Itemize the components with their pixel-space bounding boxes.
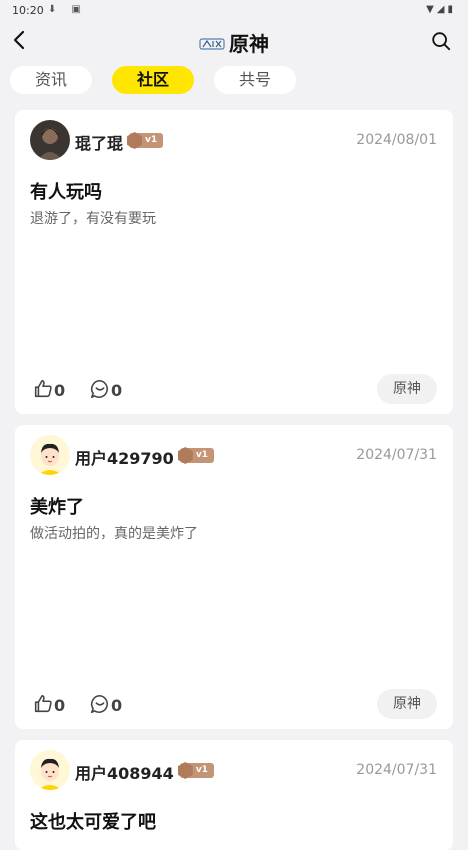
post-body[interactable]: 退游了，有没有要玩 [30, 208, 156, 228]
level-badge-icon [177, 762, 193, 779]
post-title[interactable]: 有人玩吗 [30, 178, 102, 204]
comment-count: 0 [111, 381, 123, 400]
page-title: 原神 [229, 32, 269, 56]
post-card[interactable]: 琨了琨 v1 2024/08/01 有人玩吗 退游了，有没有要玩 0 0 原神 [15, 110, 453, 414]
level-badge: v1 [127, 132, 164, 149]
username-row: 琨了琨 v1 [75, 130, 164, 154]
level-badge-icon [177, 447, 193, 464]
post-date: 2024/07/31 [356, 447, 437, 463]
status-time: 10:20 [12, 4, 44, 17]
notification-icons: ⬇ ▣ [48, 4, 88, 15]
comment-icon [90, 379, 108, 399]
level-badge: v1 [177, 447, 214, 464]
topic-tag[interactable]: 原神 [377, 689, 437, 719]
username[interactable]: 用户408944 [75, 764, 174, 783]
like-count: 0 [54, 381, 66, 400]
avatar[interactable] [30, 750, 70, 790]
post-title[interactable]: 美炸了 [30, 493, 84, 519]
tab-community[interactable]: 社区 [112, 66, 194, 94]
username[interactable]: 琨了琨 [75, 134, 123, 153]
post-card[interactable]: 用户429790 v1 2024/07/31 美炸了 做活动拍的，真的是美炸了 0… [15, 425, 453, 729]
top-bar: 原神 [0, 22, 468, 62]
tab-news[interactable]: 资讯 [10, 66, 92, 94]
search-icon[interactable] [430, 30, 452, 52]
level-badge: v1 [177, 762, 214, 779]
comment-button[interactable]: 0 [89, 693, 122, 717]
thumbs-up-icon [34, 379, 52, 398]
status-bar: 10:20 ⬇ ▣ ▼◢▮ [0, 0, 468, 22]
comment-button[interactable]: 0 [89, 378, 122, 402]
username[interactable]: 用户429790 [75, 449, 174, 468]
topic-tag[interactable]: 原神 [377, 374, 437, 404]
username-row: 用户408944 v1 [75, 760, 214, 784]
level-badge-icon [127, 132, 143, 149]
post-date: 2024/07/31 [356, 762, 437, 778]
like-button[interactable]: 0 [32, 693, 65, 717]
game-logo-icon [199, 38, 225, 50]
like-button[interactable]: 0 [32, 378, 65, 402]
like-count: 0 [54, 696, 66, 715]
username-row: 用户429790 v1 [75, 445, 214, 469]
avatar[interactable] [30, 435, 70, 475]
page-title-area: 原神 [0, 28, 468, 57]
thumbs-up-icon [34, 694, 52, 713]
post-body[interactable]: 做活动拍的，真的是美炸了 [30, 523, 198, 543]
avatar[interactable] [30, 120, 70, 160]
comment-count: 0 [111, 696, 123, 715]
post-card[interactable]: 用户408944 v1 2024/07/31 这也太可爱了吧 [15, 740, 453, 850]
post-title[interactable]: 这也太可爱了吧 [30, 808, 156, 834]
signal-battery-icons: ▼◢▮ [426, 4, 456, 15]
tab-shared-accounts[interactable]: 共号 [214, 66, 296, 94]
comment-icon [90, 694, 108, 714]
post-date: 2024/08/01 [356, 132, 437, 148]
